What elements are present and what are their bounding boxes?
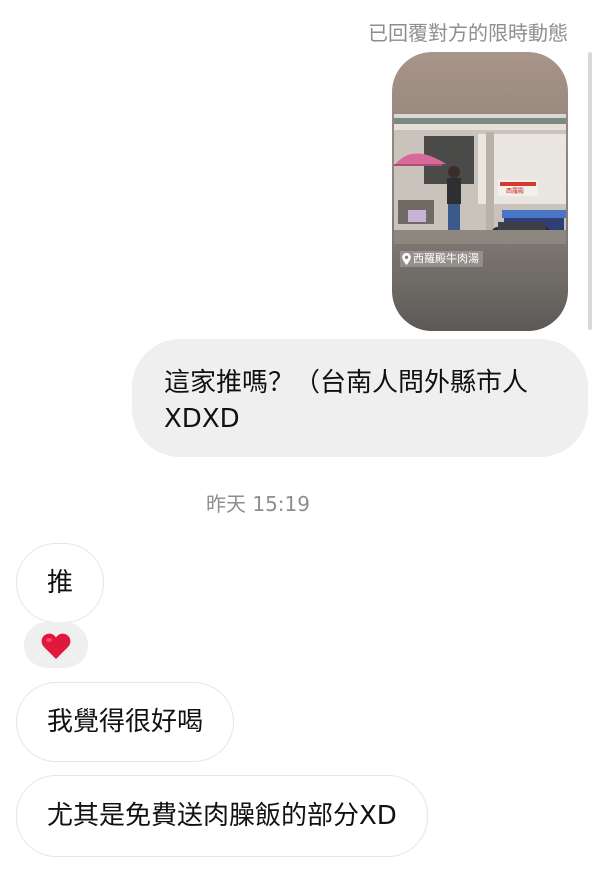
received-message-bubble[interactable]: 我覺得很好喝 bbox=[16, 682, 235, 762]
sent-message-bubble[interactable]: 這家推嗎？（台南人問外縣市人 XDXD bbox=[132, 339, 588, 457]
scrollbar[interactable] bbox=[588, 52, 592, 330]
story-reply-label: 已回覆對方的限時動態 bbox=[368, 21, 568, 45]
location-pin-icon bbox=[402, 253, 411, 265]
received-message-text: 尤其是免費送肉臊飯的部分XD bbox=[47, 801, 397, 831]
story-photo: 西羅殿 bbox=[394, 114, 566, 244]
reaction-badge[interactable] bbox=[24, 622, 88, 668]
sent-message-text: 這家推嗎？（台南人問外縣市人 XDXD bbox=[164, 368, 529, 434]
shop-sign-text: 西羅殿 bbox=[506, 188, 524, 195]
location-tag[interactable]: 西羅殿牛肉湯 bbox=[400, 251, 483, 267]
received-message-bubble[interactable]: 推 bbox=[16, 543, 105, 623]
received-message-text: 推 bbox=[47, 568, 74, 598]
received-message-text: 我覺得很好喝 bbox=[47, 707, 204, 737]
location-tag-label: 西羅殿牛肉湯 bbox=[413, 252, 479, 265]
received-message-bubble[interactable]: 尤其是免費送肉臊飯的部分XD bbox=[16, 775, 428, 857]
story-preview-card[interactable]: 西羅殿 西羅殿牛肉湯 bbox=[392, 52, 568, 331]
heart-icon bbox=[41, 633, 71, 659]
message-timestamp: 昨天 15:19 bbox=[206, 492, 310, 516]
